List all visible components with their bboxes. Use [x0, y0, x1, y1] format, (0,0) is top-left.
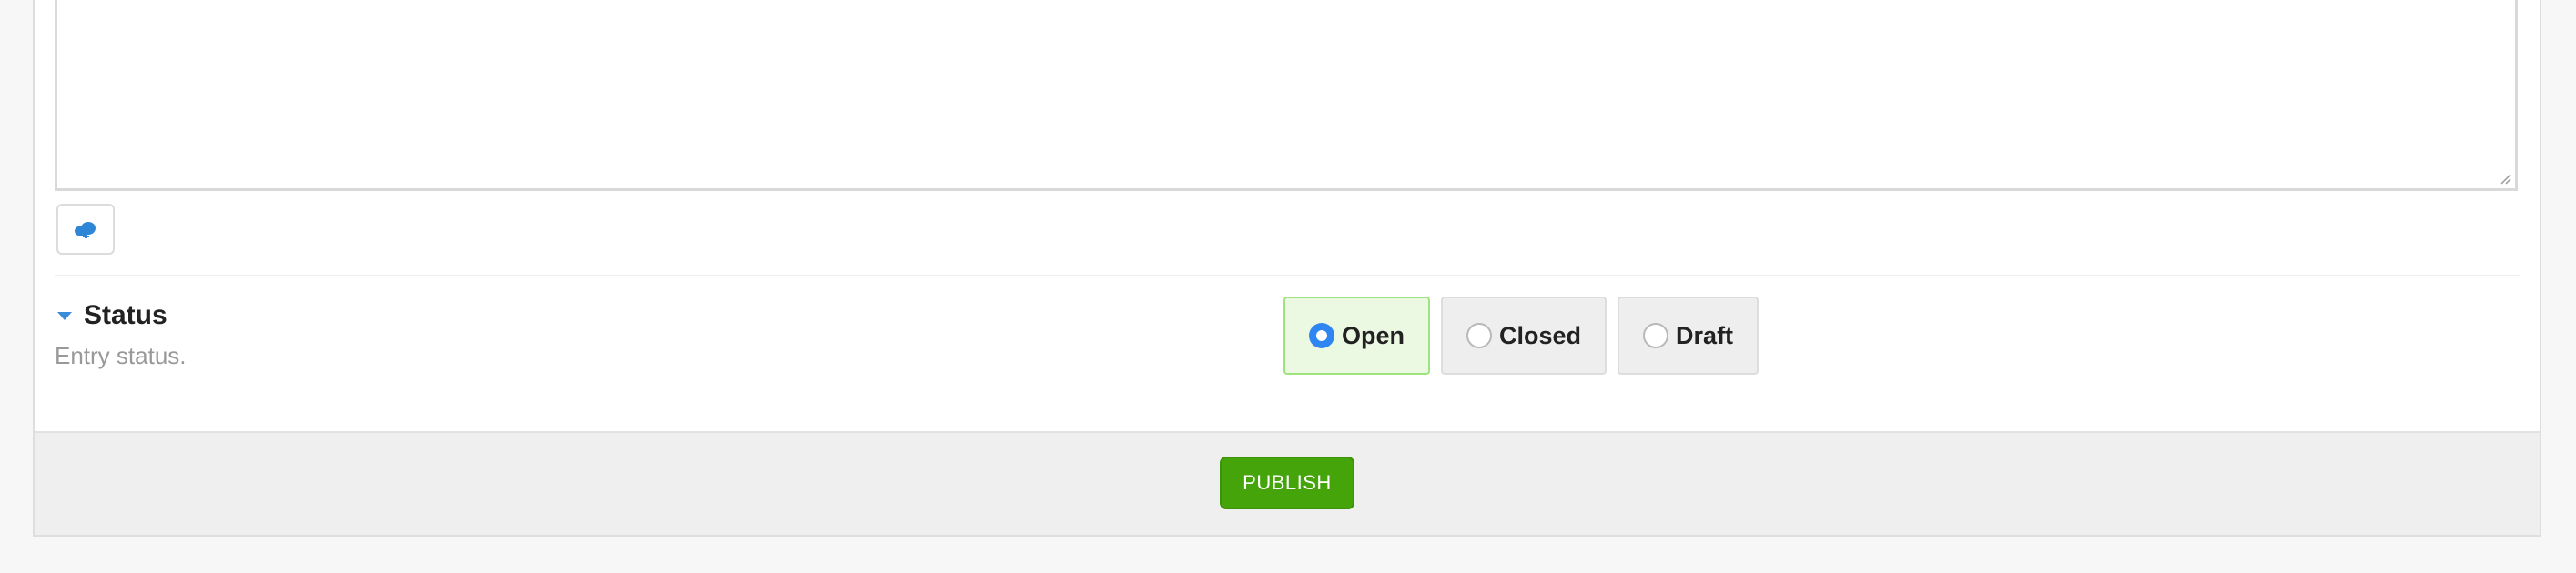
status-option-label: Closed	[1499, 321, 1582, 349]
status-option-draft[interactable]: Draft	[1618, 297, 1760, 375]
status-field-header: Status	[56, 300, 167, 331]
status-radio-group: Open Closed Draft	[1283, 297, 1760, 375]
status-option-open[interactable]: Open	[1283, 297, 1431, 375]
status-field-title: Status	[84, 300, 167, 330]
content-textarea[interactable]	[57, 0, 2515, 188]
radio-unchecked-icon[interactable]	[1643, 323, 1669, 348]
status-option-closed[interactable]: Closed	[1441, 297, 1607, 375]
content-textarea-container	[55, 0, 2518, 191]
chevron-down-icon[interactable]	[56, 310, 73, 321]
status-option-label: Open	[1342, 321, 1405, 349]
radio-unchecked-icon[interactable]	[1466, 323, 1493, 348]
cloud-upload-button[interactable]	[56, 204, 115, 255]
resize-grip-icon[interactable]	[2499, 172, 2511, 185]
section-divider	[55, 275, 2520, 276]
status-field-description: Entry status.	[55, 342, 187, 369]
publish-button[interactable]: PUBLISH	[1220, 457, 1354, 509]
form-footer: PUBLISH	[35, 431, 2540, 535]
radio-checked-icon[interactable]	[1309, 323, 1334, 348]
cloud-icon	[75, 222, 96, 238]
status-option-label: Draft	[1676, 321, 1734, 349]
entry-edit-panel: Status Entry status. Open Closed Draft P…	[33, 0, 2541, 537]
